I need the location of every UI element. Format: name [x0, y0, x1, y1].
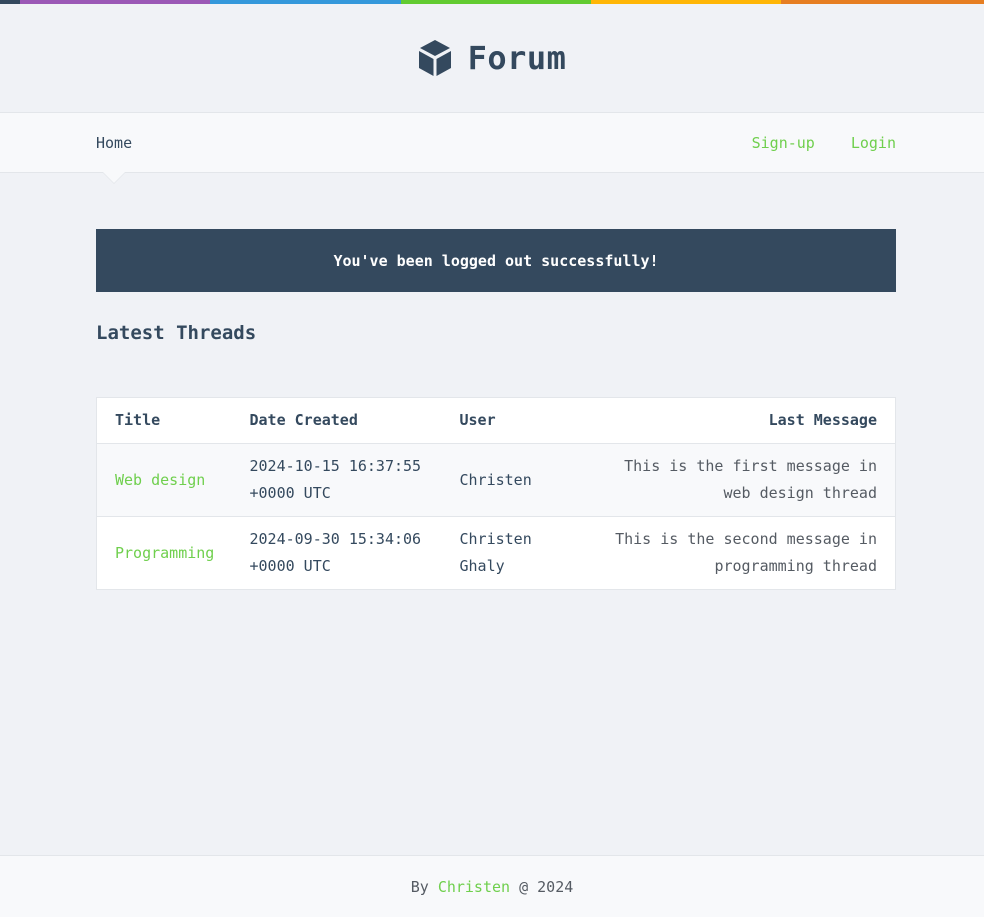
- thread-last-message: This is the second message in programmin…: [580, 517, 896, 590]
- thread-date: 2024-09-30 15:34:06 +0000 UTC: [250, 517, 460, 590]
- logout-alert: You've been logged out successfully!: [96, 229, 896, 292]
- threads-table-header: Title Date Created User Last Message: [96, 397, 896, 444]
- thread-user-line: Ghaly: [459, 557, 505, 575]
- column-header-date: Date Created: [249, 397, 460, 444]
- nav-signup-link[interactable]: Sign-up: [752, 134, 815, 152]
- thread-user-line: Christen: [459, 470, 532, 489]
- thread-user: Christen: [460, 444, 580, 517]
- site-header: Forum: [0, 4, 984, 112]
- thread-user-line: Christen: [459, 530, 532, 548]
- thread-last-message-line: programming thread: [714, 557, 877, 575]
- table-row: Web design 2024-10-15 16:37:55 +0000 UTC…: [96, 443, 896, 517]
- nav-auth-links: Sign-up Login: [752, 134, 896, 152]
- thread-date: 2024-10-15 16:37:55 +0000 UTC: [250, 444, 460, 517]
- thread-date-line: 2024-09-30 15:34:06: [249, 530, 422, 548]
- nav-login-link[interactable]: Login: [851, 134, 896, 152]
- cube-icon: [418, 39, 452, 77]
- site-footer: By Christen @ 2024: [0, 855, 984, 917]
- thread-last-message-line: web design thread: [723, 484, 877, 502]
- main-nav: Home Sign-up Login: [0, 112, 984, 173]
- column-header-user: User: [459, 397, 580, 444]
- thread-title-link[interactable]: Web design: [115, 471, 205, 489]
- footer-prefix: By: [410, 877, 438, 896]
- site-title: Forum: [467, 39, 567, 77]
- latest-threads-heading: Latest Threads: [96, 322, 257, 344]
- nav-home-link[interactable]: Home: [96, 134, 132, 152]
- thread-last-message-line: This is the first message in: [624, 457, 877, 475]
- column-header-last-message: Last Message: [579, 397, 896, 444]
- thread-last-message-line: This is the second message in: [615, 530, 877, 548]
- thread-user: Christen Ghaly: [460, 517, 580, 590]
- active-nav-indicator: [103, 172, 125, 183]
- thread-date-line: +0000 UTC: [249, 484, 331, 502]
- footer-suffix: @ 2024: [510, 877, 574, 896]
- footer-author-link[interactable]: Christen: [438, 878, 510, 896]
- thread-date-line: 2024-10-15 16:37:55: [249, 457, 422, 475]
- column-header-title: Title: [96, 397, 250, 444]
- threads-table: Title Date Created User Last Message Web…: [96, 397, 896, 590]
- thread-date-line: +0000 UTC: [249, 557, 331, 575]
- table-row: Programming 2024-09-30 15:34:06 +0000 UT…: [96, 516, 896, 590]
- alert-message: You've been logged out successfully!: [333, 251, 659, 270]
- thread-title-link[interactable]: Programming: [115, 544, 214, 562]
- thread-last-message: This is the first message in web design …: [580, 444, 896, 517]
- site-logo[interactable]: Forum: [418, 39, 567, 77]
